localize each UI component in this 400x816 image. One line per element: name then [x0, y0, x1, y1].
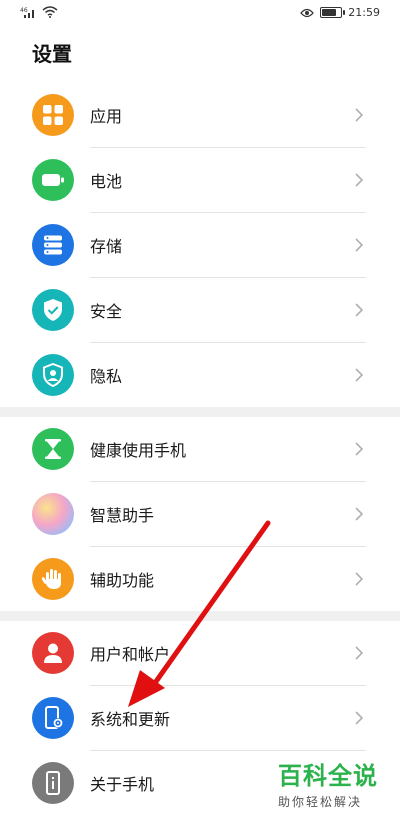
settings-item-smart-assistant[interactable]: 智慧助手 — [0, 482, 400, 546]
chevron-right-icon — [355, 572, 364, 586]
signal-icon: 46 — [20, 7, 34, 18]
battery-fill — [322, 9, 337, 16]
group-separator — [0, 407, 400, 417]
battery-indicator — [320, 7, 346, 18]
settings-item-security[interactable]: 安全 — [0, 278, 400, 342]
settings-item-label: 安全 — [90, 302, 123, 321]
group-separator — [0, 611, 400, 621]
battery-icon — [32, 159, 74, 201]
settings-item-users-accounts[interactable]: 用户和帐户 — [0, 621, 400, 685]
settings-item-label: 辅助功能 — [90, 571, 155, 590]
svg-text:46: 46 — [20, 7, 28, 14]
settings-item-label: 应用 — [90, 107, 123, 126]
hand-icon — [32, 558, 74, 600]
chevron-right-icon — [355, 368, 364, 382]
status-bar: 46 21:59 — [0, 0, 400, 28]
chevron-right-icon — [355, 303, 364, 317]
settings-item-accessibility[interactable]: 辅助功能 — [0, 547, 400, 611]
phone-info-icon — [32, 762, 74, 804]
settings-item-privacy[interactable]: 隐私 — [0, 343, 400, 407]
status-time: 21:59 — [348, 6, 380, 19]
status-right: 21:59 — [300, 6, 380, 19]
assistant-orb-icon — [32, 493, 74, 535]
settings-item-label: 用户和帐户 — [90, 645, 171, 664]
settings-item-apps[interactable]: 应用 — [0, 83, 400, 147]
chevron-right-icon — [355, 646, 364, 660]
settings-item-system-updates[interactable]: 系统和更新 — [0, 686, 400, 750]
settings-item-label: 系统和更新 — [90, 710, 171, 729]
chevron-right-icon — [355, 238, 364, 252]
watermark-subtitle: 助你轻松解决 — [278, 795, 363, 809]
settings-item-battery[interactable]: 电池 — [0, 148, 400, 212]
status-left: 46 — [20, 6, 58, 18]
settings-item-digital-balance[interactable]: 健康使用手机 — [0, 417, 400, 481]
settings-item-label: 存储 — [90, 237, 123, 256]
watermark: 百科全说 助你轻松解决 — [278, 756, 388, 810]
eye-comfort-icon — [300, 8, 315, 17]
settings-item-label: 关于手机 — [90, 775, 155, 794]
settings-item-label: 健康使用手机 — [90, 441, 187, 460]
chevron-right-icon — [355, 173, 364, 187]
settings-item-label: 隐私 — [90, 367, 123, 386]
page-title: 设置 — [32, 42, 72, 66]
watermark-title: 百科全说 — [278, 762, 378, 790]
settings-item-label: 智慧助手 — [90, 506, 155, 525]
settings-item-storage[interactable]: 存储 — [0, 213, 400, 277]
hourglass-icon — [32, 428, 74, 470]
phone-settings-icon — [32, 697, 74, 739]
apps-icon — [32, 94, 74, 136]
chevron-right-icon — [355, 108, 364, 122]
wifi-icon — [42, 6, 58, 18]
chevron-right-icon — [355, 507, 364, 521]
storage-icon — [32, 224, 74, 266]
privacy-shield-icon — [32, 354, 74, 396]
settings-item-label: 电池 — [90, 172, 123, 191]
chevron-right-icon — [355, 711, 364, 725]
user-icon — [32, 632, 74, 674]
shield-check-icon — [32, 289, 74, 331]
chevron-right-icon — [355, 442, 364, 456]
